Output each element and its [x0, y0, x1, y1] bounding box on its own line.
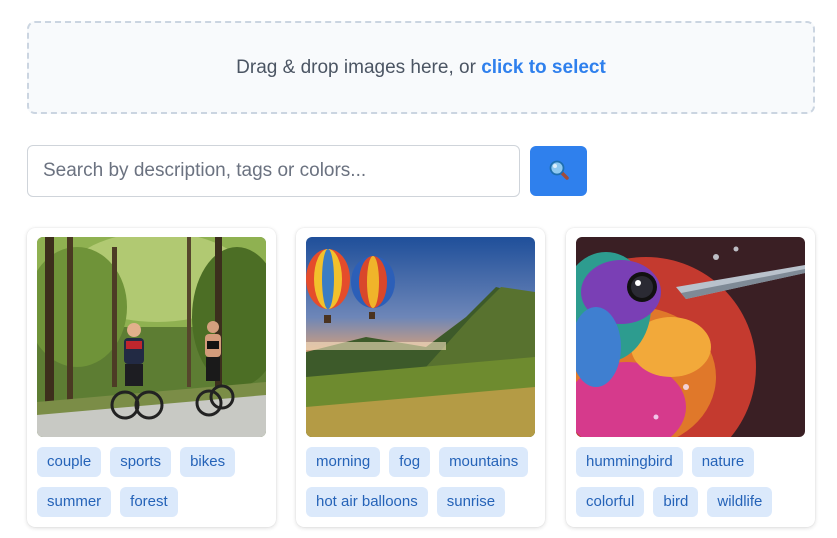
tag[interactable]: fog	[389, 447, 431, 477]
upload-dropzone[interactable]: Drag & drop images here, or click to sel…	[27, 21, 815, 114]
tag-list: hummingbird nature colorful bird wildlif…	[576, 447, 811, 527]
tag[interactable]: wildlife	[707, 487, 773, 517]
tag[interactable]: bird	[653, 487, 699, 517]
card-image-balloons[interactable]	[306, 237, 535, 437]
tag[interactable]: couple	[37, 447, 102, 477]
image-card[interactable]: morning fog mountains hot air balloons s…	[296, 228, 545, 527]
tag-list: morning fog mountains hot air balloons s…	[306, 447, 541, 527]
tag-list: couple sports bikes summer forest	[37, 447, 272, 527]
tag[interactable]: forest	[120, 487, 178, 517]
tag[interactable]: sunrise	[436, 487, 506, 517]
search-input[interactable]	[27, 145, 520, 197]
search-button[interactable]	[530, 146, 587, 196]
tag[interactable]: summer	[37, 487, 112, 517]
tag[interactable]: bikes	[180, 447, 236, 477]
magnifier-icon	[548, 159, 570, 184]
select-files-link[interactable]: click to select	[481, 57, 606, 79]
card-image-cycling[interactable]	[37, 237, 266, 437]
tag[interactable]: nature	[691, 447, 755, 477]
tag[interactable]: colorful	[576, 487, 645, 517]
image-card[interactable]: couple sports bikes summer forest	[27, 228, 276, 527]
dropzone-prompt: Drag & drop images here, or	[236, 56, 482, 78]
tag[interactable]: hot air balloons	[306, 487, 428, 517]
tag[interactable]: morning	[306, 447, 381, 477]
card-image-hummingbird[interactable]	[576, 237, 805, 437]
tag[interactable]: mountains	[439, 447, 529, 477]
tag[interactable]: sports	[110, 447, 172, 477]
image-card[interactable]: hummingbird nature colorful bird wildlif…	[566, 228, 815, 527]
tag[interactable]: hummingbird	[576, 447, 683, 477]
